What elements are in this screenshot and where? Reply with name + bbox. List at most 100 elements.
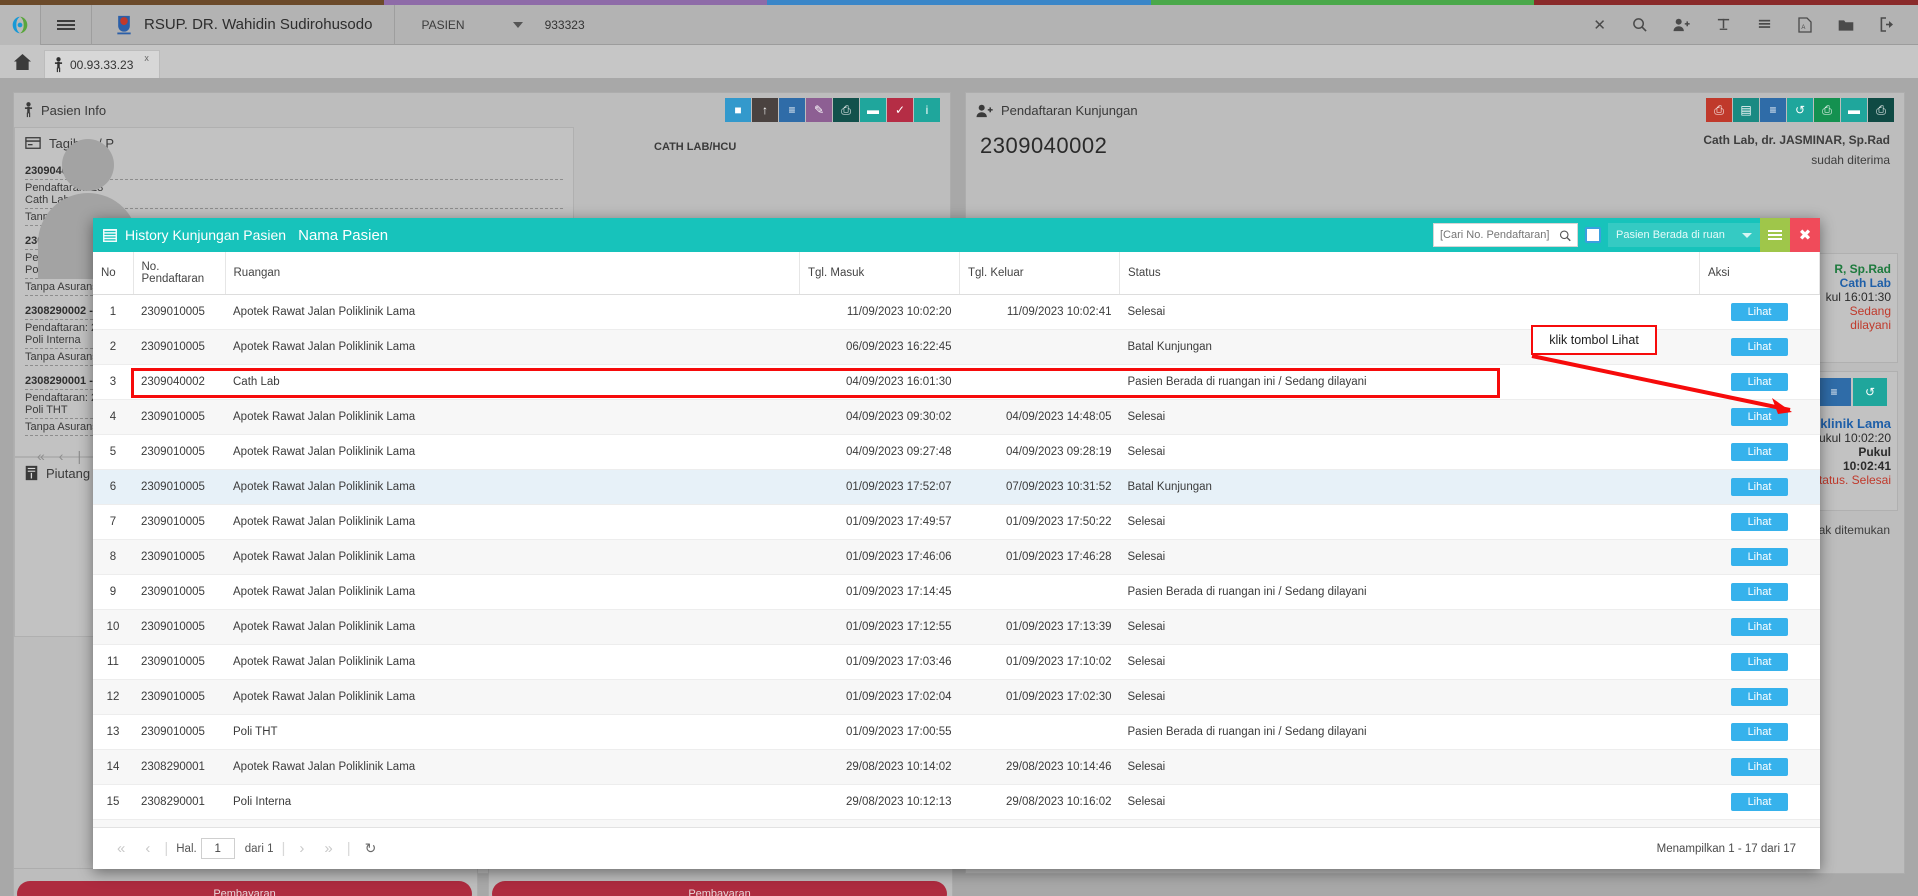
lihat-button[interactable]: Lihat: [1730, 758, 1789, 776]
row-aksi-cell: Lihat: [1699, 714, 1820, 750]
th-masuk[interactable]: Tgl. Masuk: [799, 252, 960, 295]
text-icon[interactable]: [1716, 17, 1731, 32]
table-row[interactable]: 10 2309010005 Apotek Rawat Jalan Poliklini…: [93, 609, 1820, 645]
row-aksi-cell: Lihat: [1699, 679, 1820, 715]
table-row[interactable]: 12 2309010005 Apotek Rawat Jalan Poliklini…: [93, 679, 1820, 715]
table-row[interactable]: 3 2309040002 Cath Lab 04/09/2023 16:01:30 Pa…: [93, 364, 1820, 400]
th-room[interactable]: Ruangan: [225, 252, 800, 295]
th-reg[interactable]: No. Pendaftaran: [133, 252, 226, 295]
search-input[interactable]: [1440, 229, 1555, 241]
table-row[interactable]: 6 2309010005 Apotek Rawat Jalan Poliklinik…: [93, 469, 1820, 505]
person-icon: [54, 56, 63, 72]
pager-first-icon[interactable]: «: [37, 448, 45, 464]
home-tab-button[interactable]: [0, 45, 44, 78]
table-row[interactable]: 13 2309010005 Poli THT 01/09/2023 17:00:55 P…: [93, 714, 1820, 750]
th-keluar[interactable]: Tgl. Keluar: [959, 252, 1120, 295]
row-tgl-keluar: 29/08/2023 10:03:47: [959, 819, 1120, 827]
print-icon[interactable]: ⎙: [1814, 98, 1840, 122]
search-icon[interactable]: [1632, 17, 1647, 32]
table-row[interactable]: 15 2308290001 Poli Interna 29/08/2023 10:12…: [93, 784, 1820, 820]
row-room: Apotek Rawat Jalan Poliklinik Lama: [225, 329, 800, 365]
print-icon[interactable]: ⎙: [833, 98, 859, 122]
status-filter-select[interactable]: Pasien Berada di ruan: [1608, 223, 1760, 247]
table-row[interactable]: 7 2309010005 Apotek Rawat Jalan Poliklinik…: [93, 504, 1820, 540]
row-tgl-keluar: 07/09/2023 10:31:52: [959, 469, 1120, 505]
upload-icon[interactable]: ↑: [752, 98, 778, 122]
pager-prev-icon[interactable]: ‹: [59, 448, 64, 464]
table-row[interactable]: 5 2309010005 Apotek Rawat Jalan Poliklinik…: [93, 434, 1820, 470]
cath-lab-label: CATH LAB/HCU: [654, 141, 737, 153]
modal-menu-button[interactable]: [1760, 218, 1790, 252]
row-registration-no: 2309010005: [133, 609, 225, 645]
pager-next-button[interactable]: ›: [289, 840, 314, 857]
history-icon[interactable]: ↺: [1787, 98, 1813, 122]
lihat-button[interactable]: Lihat: [1730, 583, 1789, 601]
lihat-button[interactable]: Lihat: [1730, 408, 1789, 426]
row-registration-no: 2309010005: [133, 714, 225, 750]
row-tgl-keluar: 01/09/2023 17:50:22: [959, 504, 1120, 540]
tab-patient-00933323[interactable]: 00.93.33.23 x: [44, 50, 160, 78]
check-icon[interactable]: ✓: [887, 98, 913, 122]
card-icon[interactable]: ▬: [1841, 98, 1867, 122]
card-icon[interactable]: ▬: [860, 98, 886, 122]
th-no[interactable]: No: [93, 252, 134, 295]
lihat-button[interactable]: Lihat: [1730, 688, 1789, 706]
table-row[interactable]: 162308290001Apotek Rawat Jalan Poliklini…: [93, 819, 1820, 827]
history-icon[interactable]: ↺: [1853, 378, 1887, 406]
info-icon[interactable]: i: [914, 98, 940, 122]
lihat-button[interactable]: Lihat: [1730, 338, 1789, 356]
pembayaran-left-button[interactable]: Pembayaran: [17, 881, 472, 896]
report-icon[interactable]: ▤: [1733, 98, 1759, 122]
table-row[interactable]: 9 2309010005 Apotek Rawat Jalan Poliklinik…: [93, 574, 1820, 610]
pdf-icon[interactable]: A: [1798, 16, 1812, 33]
row-room: Apotek Rawat Jalan Poliklinik Lama: [225, 609, 800, 645]
modal-close-button[interactable]: ✖: [1790, 218, 1820, 252]
row-status: Pasien Berada di ruangan ini / Sedang di…: [1119, 714, 1700, 750]
folder-icon[interactable]: [1838, 18, 1854, 32]
lihat-button[interactable]: Lihat: [1730, 618, 1789, 636]
search-icon[interactable]: [1559, 229, 1571, 242]
list-icon[interactable]: [1757, 17, 1772, 32]
list-icon[interactable]: ≡: [779, 98, 805, 122]
page-number-input[interactable]: [200, 838, 235, 859]
logout-icon[interactable]: [1880, 17, 1896, 32]
lihat-button[interactable]: Lihat: [1730, 513, 1789, 531]
list-icon[interactable]: ≡: [1817, 378, 1851, 406]
printer-icon[interactable]: ⎙: [1868, 98, 1894, 122]
camera-icon[interactable]: ■: [725, 98, 751, 122]
pager-first-button[interactable]: «: [107, 840, 135, 857]
add-user-icon[interactable]: [1673, 17, 1690, 32]
row-aksi-cell: Lihat: [1699, 364, 1820, 400]
context-selector[interactable]: PASIEN: [395, 5, 523, 45]
lihat-button[interactable]: Lihat: [1730, 793, 1789, 811]
lihat-button[interactable]: Lihat: [1730, 548, 1789, 566]
pdf-icon[interactable]: ⎙: [1706, 98, 1732, 122]
table-row[interactable]: 14 2308290001 Apotek Rawat Jalan Poliklini…: [93, 749, 1820, 785]
pager-last-button[interactable]: »: [314, 840, 342, 857]
lihat-button[interactable]: Lihat: [1730, 723, 1789, 741]
history-table-head: No No. Pendaftaran Ruangan Tgl. Masuk Tg…: [93, 252, 1820, 295]
tab-close-icon[interactable]: x: [144, 53, 149, 63]
menu-toggle-button[interactable]: [41, 5, 91, 45]
lihat-button[interactable]: Lihat: [1730, 478, 1789, 496]
lihat-button[interactable]: Lihat: [1730, 303, 1789, 321]
pasien-info-title: Pasien Info: [41, 102, 107, 118]
close-icon[interactable]: ✕: [1593, 16, 1606, 34]
pembayaran-right-button[interactable]: Pembayaran: [492, 881, 947, 896]
lihat-button[interactable]: Lihat: [1730, 373, 1789, 391]
row-aksi-cell: Lihat: [1699, 399, 1820, 435]
search-registration-field[interactable]: [1433, 223, 1578, 247]
row-room: Apotek Rawat Jalan Poliklinik Lama: [225, 819, 800, 827]
refresh-icon[interactable]: ↻: [355, 840, 387, 857]
pager-prev-button[interactable]: ‹: [135, 840, 160, 857]
lihat-button[interactable]: Lihat: [1730, 443, 1789, 461]
list-icon[interactable]: ≡: [1760, 98, 1786, 122]
table-row[interactable]: 8 2309010005 Apotek Rawat Jalan Poliklinik…: [93, 539, 1820, 575]
filter-checkbox[interactable]: [1585, 227, 1601, 243]
table-row[interactable]: 11 2309010005 Apotek Rawat Jalan Poliklini…: [93, 644, 1820, 680]
logo-icon: [12, 16, 28, 33]
lihat-button[interactable]: Lihat: [1730, 653, 1789, 671]
th-status[interactable]: Status: [1119, 252, 1700, 295]
edit-icon[interactable]: ✎: [806, 98, 832, 122]
table-row[interactable]: 4 2309010005 Apotek Rawat Jalan Poliklinik…: [93, 399, 1820, 435]
